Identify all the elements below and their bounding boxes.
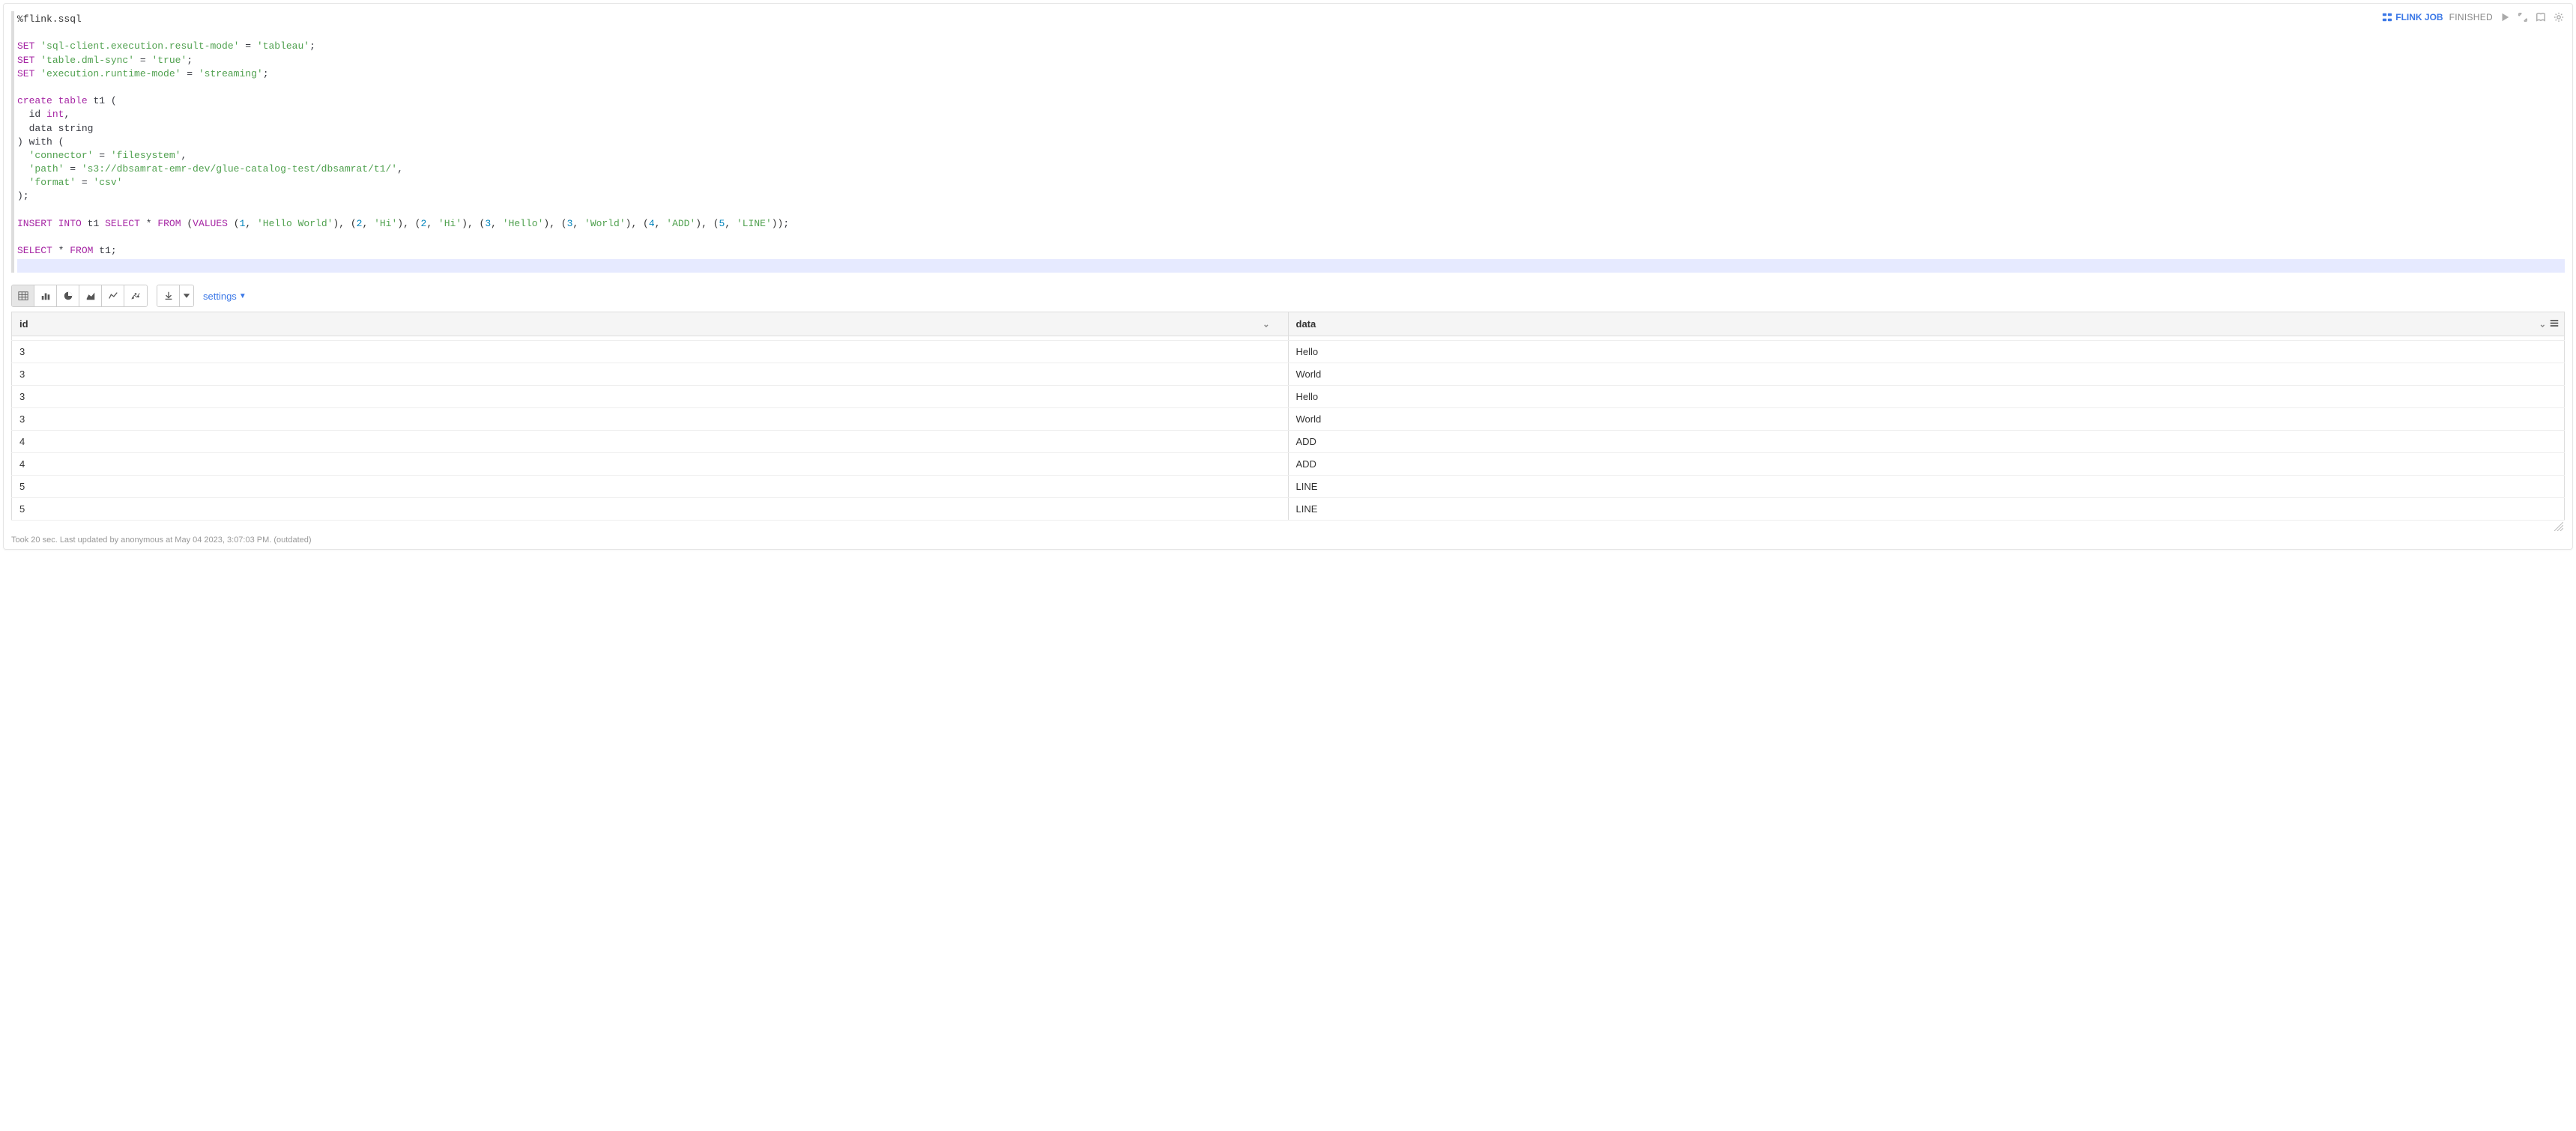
scatter-chart-button[interactable] bbox=[124, 285, 147, 306]
result-table: id ⌄ data ⌄ 3Hello3World3Hello3World4ADD… bbox=[11, 312, 2565, 521]
result-toolbar: settings ▼ bbox=[11, 285, 2565, 307]
book-icon bbox=[2536, 12, 2546, 22]
play-icon bbox=[2500, 12, 2510, 22]
table-icon bbox=[18, 291, 28, 301]
collapse-icon bbox=[2518, 12, 2528, 22]
column-header-label: data bbox=[1296, 318, 1316, 330]
cell-id: 3 bbox=[12, 341, 1289, 363]
cell-id: 3 bbox=[12, 386, 1289, 408]
gear-icon bbox=[2554, 12, 2564, 22]
table-view-button[interactable] bbox=[12, 285, 34, 306]
cell-id: 5 bbox=[12, 476, 1289, 498]
cell-data: ADD bbox=[1288, 431, 2565, 453]
settings-label: settings bbox=[203, 291, 237, 302]
cell-footer-status: Took 20 sec. Last updated by anonymous a… bbox=[11, 536, 2565, 545]
line-chart-button[interactable] bbox=[102, 285, 124, 306]
scatter-chart-icon bbox=[130, 291, 141, 301]
cell-id: 4 bbox=[12, 431, 1289, 453]
resize-icon bbox=[2554, 522, 2563, 531]
cell-data: World bbox=[1288, 408, 2565, 431]
table-row[interactable]: 5LINE bbox=[12, 476, 2565, 498]
table-row[interactable]: 4ADD bbox=[12, 453, 2565, 476]
cell-data: LINE bbox=[1288, 498, 2565, 521]
chevron-down-icon[interactable]: ⌄ bbox=[1263, 319, 1269, 329]
cell-data: LINE bbox=[1288, 476, 2565, 498]
cell-id: 4 bbox=[12, 453, 1289, 476]
cell-id: 3 bbox=[12, 363, 1289, 386]
book-button[interactable] bbox=[2535, 11, 2547, 23]
table-row[interactable]: 3World bbox=[12, 408, 2565, 431]
cell-data: World bbox=[1288, 363, 2565, 386]
area-chart-icon bbox=[85, 291, 96, 301]
menu-icon bbox=[2549, 318, 2560, 328]
column-menu-button[interactable] bbox=[2549, 318, 2560, 330]
flink-job-icon bbox=[2382, 12, 2392, 22]
table-row[interactable]: 5LINE bbox=[12, 498, 2565, 521]
cell-id: 3 bbox=[12, 408, 1289, 431]
pie-chart-icon bbox=[63, 291, 73, 301]
download-icon bbox=[163, 291, 174, 301]
column-header-label: id bbox=[19, 318, 28, 330]
area-chart-button[interactable] bbox=[79, 285, 102, 306]
settings-link[interactable]: settings ▼ bbox=[203, 291, 247, 302]
line-chart-icon bbox=[108, 291, 118, 301]
job-status: FINISHED bbox=[2449, 11, 2493, 24]
table-header-row: id ⌄ data ⌄ bbox=[12, 312, 2565, 336]
cell-data: Hello bbox=[1288, 386, 2565, 408]
cell-id: 5 bbox=[12, 498, 1289, 521]
download-button[interactable] bbox=[157, 285, 180, 306]
chart-type-group bbox=[11, 285, 148, 307]
code-editor[interactable]: FLINK JOB FINISHED %flink.ssql SET 'sql-… bbox=[11, 11, 2565, 273]
chevron-down-icon[interactable]: ⌄ bbox=[2539, 319, 2546, 329]
settings-button[interactable] bbox=[2553, 11, 2565, 23]
table-row[interactable]: 3Hello bbox=[12, 386, 2565, 408]
caret-down-icon bbox=[181, 291, 192, 301]
download-caret-button[interactable] bbox=[180, 285, 193, 306]
bar-chart-icon bbox=[40, 291, 51, 301]
table-row[interactable]: 4ADD bbox=[12, 431, 2565, 453]
code-content[interactable]: %flink.ssql SET 'sql-client.execution.re… bbox=[17, 11, 2565, 258]
cell-data: Hello bbox=[1288, 341, 2565, 363]
flink-job-label: FLINK JOB bbox=[2395, 11, 2443, 24]
table-row[interactable]: 3World bbox=[12, 363, 2565, 386]
resize-handle[interactable] bbox=[11, 521, 2565, 531]
caret-down-icon: ▼ bbox=[239, 292, 247, 300]
cell-data: ADD bbox=[1288, 453, 2565, 476]
collapse-button[interactable] bbox=[2517, 11, 2529, 23]
cursor-line bbox=[17, 259, 2565, 273]
cell-top-toolbar: FLINK JOB FINISHED bbox=[2382, 11, 2565, 24]
table-row[interactable]: 3Hello bbox=[12, 341, 2565, 363]
column-header-data[interactable]: data ⌄ bbox=[1288, 312, 2565, 336]
run-button[interactable] bbox=[2499, 11, 2511, 23]
download-group bbox=[157, 285, 194, 307]
flink-job-link[interactable]: FLINK JOB bbox=[2382, 11, 2443, 24]
pie-chart-button[interactable] bbox=[57, 285, 79, 306]
column-header-id[interactable]: id ⌄ bbox=[12, 312, 1289, 336]
notebook-cell: FLINK JOB FINISHED %flink.ssql SET 'sql-… bbox=[3, 3, 2573, 550]
bar-chart-button[interactable] bbox=[34, 285, 57, 306]
